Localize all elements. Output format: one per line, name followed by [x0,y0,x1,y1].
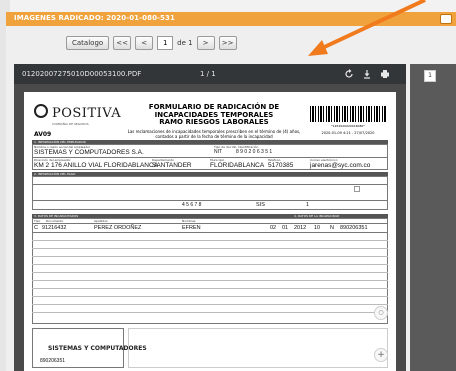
section-label: 2. INFORMACIÓN DEL PAGO [34,171,76,176]
payment-entity-number: 1 [306,202,310,208]
pdf-toolbar: 01202007275010D00053100.PDF 1 / 1 [14,64,406,84]
form-title: FORMULARIO DE RADICACIÓN DE INCAPACIDADE… [124,103,304,127]
window-menu-icon[interactable] [440,14,452,24]
nit-type: NIT [214,149,223,155]
row-nit: 890206351 [340,225,368,231]
divider [32,200,388,201]
divider [32,256,388,257]
employer-name: SISTEMAS Y COMPUTADORES S.A. [34,149,144,156]
row-month: 01 [282,225,289,231]
row-first-name: EFREN [182,225,201,231]
account-number: 4 5 6 7 8 [182,202,202,208]
divider [32,240,388,241]
annotation-arrow-icon [308,0,426,56]
pdf-viewer: 01202007275010D00053100.PDF 1 / 1 POSITI… [14,64,406,371]
form-title-line: RAMO RIESGOS LABORALES [159,118,269,126]
pdf-page: POSITIVA COMPAÑIA DE SEGUROS AV09 FORMUL… [24,92,396,371]
catalog-button[interactable]: Catalogo [66,36,110,50]
zoom-in-icon[interactable]: + [374,348,388,362]
form-description: Las reclamaciones de incapacidades tempo… [127,129,301,139]
positiva-logo-icon [34,104,48,118]
prev-page-button[interactable]: < [135,36,154,50]
checkbox[interactable] [354,186,360,192]
print-icon[interactable] [380,69,390,79]
last-page-button[interactable]: >> [218,36,237,50]
divider [32,288,388,289]
payment-box [32,176,388,210]
divider [32,248,388,249]
employer-address: KM 2 176 ANILLO VIAL FLORIDABLANCA [34,162,159,169]
barcode [310,106,386,122]
section-label: 3. DATOS DE INCAPACITADOS [34,213,79,218]
section-label: 1. INFORMACIÓN DEL EMPLEADOR [34,139,86,144]
incapacity-table [32,218,388,324]
zoom-fit-icon[interactable]: ○ [374,306,388,320]
page-number-input[interactable]: 1 [157,36,174,50]
page-count-label: de 1 [177,39,193,47]
footer-code: 890206351 [40,358,66,364]
company-logo-subtitle: COMPAÑIA DE SEGUROS [52,122,89,126]
thumbnail-page[interactable]: 1 [424,70,436,82]
first-page-button[interactable]: << [113,36,132,50]
form-code: AV09 [34,131,52,138]
row-day: 02 [270,225,277,231]
divider [32,280,388,281]
employer-city: FLORIDABLANCA [210,162,265,169]
employer-phone: 5170385 [268,162,294,169]
pdf-page-indicator: 1 / 1 [200,70,216,78]
row-flag: N [330,225,334,231]
divider [32,296,388,297]
section-label: 4. DATOS DE LA INCAPACIDAD [294,213,340,218]
company-logo: POSITIVA [52,106,122,121]
row-document: 91216432 [42,225,67,231]
rotate-icon[interactable] [344,69,354,79]
divider [32,312,388,313]
barcode-number: *1452020020016080* [331,124,365,128]
row-year: 2012 [294,225,307,231]
thumbnail-panel: 1 [410,64,456,371]
next-page-button[interactable]: > [196,36,215,50]
barcode-date: 2020-01-09 4:21 - 27/07/2020 [321,131,375,135]
divider [32,272,388,273]
employer-email: jarenas@syc.com.co [310,162,371,169]
employer-department: SANTANDER [152,162,192,169]
download-icon[interactable] [362,69,372,79]
pdf-filename: 01202007275010D00053100.PDF [22,70,142,78]
instructions-box [128,328,388,368]
window-title: IMAGENES RADICADO: 2020-01-080-531 [14,14,175,22]
row-last-name: PEREZ ORDOÑEZ [94,225,142,231]
row-doc-type: C [34,225,38,231]
divider [32,223,388,224]
row-days: 10 [314,225,321,231]
divider [32,184,388,185]
divider [32,304,388,305]
divider [32,264,388,265]
payment-entity: SIS [256,202,265,208]
nit-number: 8 9 0 2 0 6 3 5 1 [236,149,273,155]
pagination-toolbar: Catalogo << < 1 de 1 > >> [66,36,237,50]
divider [32,232,388,233]
